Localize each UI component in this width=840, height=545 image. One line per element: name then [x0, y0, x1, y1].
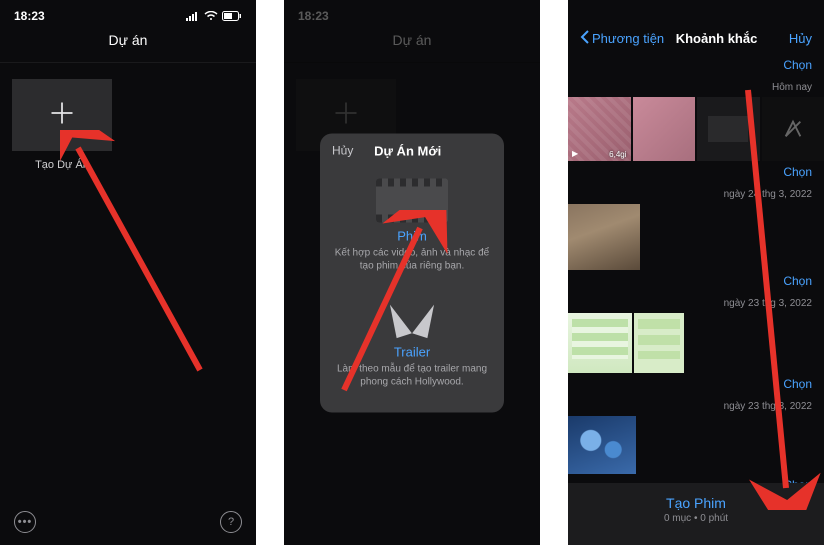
plus-icon — [48, 99, 76, 132]
trailer-label: Trailer — [334, 344, 490, 359]
media-thumb[interactable] — [634, 313, 684, 373]
media-thumb[interactable] — [568, 416, 636, 474]
sheet-option-trailer[interactable]: Trailer Làm theo mẫu để tạo trailer mang… — [320, 286, 504, 402]
signal-icon — [186, 11, 200, 21]
section-date: ngày 23 thg 3, 2022 — [724, 401, 812, 412]
media-thumb[interactable] — [762, 97, 825, 161]
screen-new-project-sheet: 18:23 Dự án Hủy Dự Án Mới Phim Kết hợp c… — [284, 0, 540, 545]
section-select-button[interactable]: Chọn — [783, 58, 812, 72]
create-project-label: Tạo Dự Án — [12, 159, 112, 171]
status-indicators — [186, 11, 242, 21]
film-icon — [376, 178, 448, 222]
spotlight-icon — [387, 298, 437, 338]
section-date: ngày 23 thg 3, 2022 — [724, 298, 812, 309]
chevron-left-icon — [580, 30, 590, 47]
status-time: 18:23 — [14, 9, 45, 23]
thumb-row — [568, 414, 824, 476]
thumb-row: ▶ 6,4gi — [568, 95, 824, 163]
video-duration: 6,4gi — [609, 150, 626, 159]
page-title-dim: Dự án — [284, 26, 540, 63]
nav-title: Khoảnh khắc — [644, 31, 789, 46]
help-button[interactable]: ? — [220, 511, 242, 533]
sheet-title: Dự Án Mới — [323, 143, 492, 158]
status-bar: 18:23 — [0, 0, 256, 26]
thumb-row — [568, 202, 824, 272]
trailer-desc: Làm theo mẫu để tạo trailer mang phong c… — [334, 362, 490, 388]
media-thumb[interactable] — [568, 313, 632, 373]
media-scroll[interactable]: Chọn Hôm nay ▶ 6,4gi Chọn ngày 24 thg 3, … — [568, 56, 824, 483]
section-select-button[interactable]: Chọn — [783, 274, 812, 288]
page-title: Dự án — [0, 26, 256, 63]
question-icon: ? — [228, 516, 234, 528]
nav-bar: Phương tiện Khoảnh khắc Hủy — [568, 0, 824, 55]
movie-label: Phim — [334, 228, 490, 243]
create-project-tile[interactable] — [12, 79, 112, 151]
media-thumb[interactable]: ▶ 6,4gi — [568, 97, 631, 161]
battery-icon — [222, 11, 242, 21]
new-project-sheet: Hủy Dự Án Mới Phim Kết hợp các video, ản… — [320, 133, 504, 412]
footer-subtext: 0 mục • 0 phút — [568, 513, 824, 524]
media-thumb[interactable] — [697, 97, 760, 161]
status-bar-dim: 18:23 — [284, 0, 540, 26]
section-select-button[interactable]: Chọn — [783, 377, 812, 391]
sheet-option-movie[interactable]: Phim Kết hợp các video, ảnh và nhạc để t… — [320, 166, 504, 286]
section-date: Hôm nay — [772, 82, 812, 93]
status-time-dim: 18:23 — [298, 9, 329, 23]
section-date: ngày 24 thg 3, 2022 — [724, 189, 812, 200]
wifi-icon — [204, 11, 218, 21]
create-movie-button[interactable]: Tạo Phim — [568, 495, 824, 511]
screen-media-picker: Phương tiện Khoảnh khắc Hủy Chọn Hôm nay… — [568, 0, 824, 545]
video-icon: ▶ — [572, 149, 578, 158]
media-thumb[interactable] — [568, 204, 640, 270]
section-select-button[interactable]: Chọn — [783, 165, 812, 179]
media-thumb[interactable] — [633, 97, 696, 161]
thumb-row — [568, 311, 824, 375]
footer-bar: Tạo Phim 0 mục • 0 phút — [568, 483, 824, 545]
nav-cancel-button[interactable]: Hủy — [789, 31, 812, 46]
plus-icon — [332, 99, 360, 132]
more-button[interactable]: ••• — [14, 511, 36, 533]
screen-projects: 18:23 Dự án Tạo Dự Án ••• ? — [0, 0, 256, 545]
movie-desc: Kết hợp các video, ảnh và nhạc để tạo ph… — [334, 246, 490, 272]
